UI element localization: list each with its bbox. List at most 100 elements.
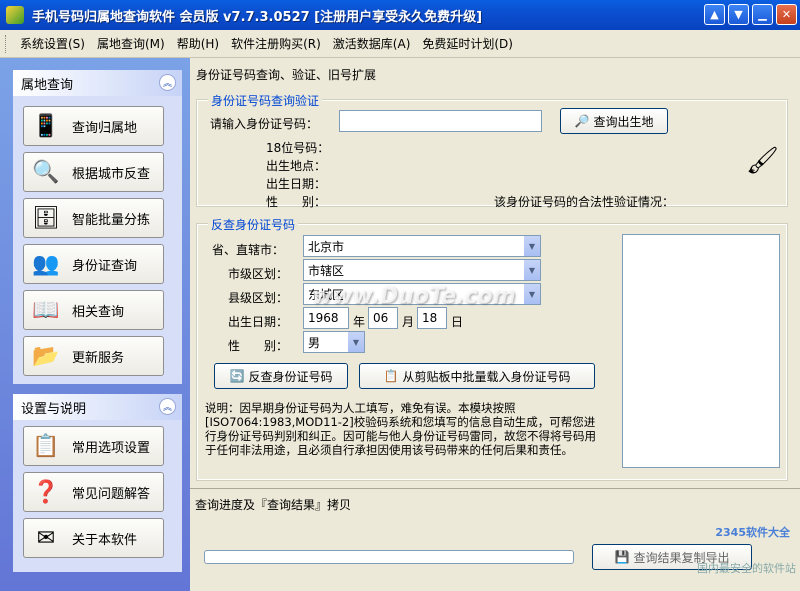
- reverse-legend: 反查身份证号码: [208, 216, 299, 233]
- chevron-down-icon[interactable]: ▼: [523, 260, 540, 280]
- query-birthplace-button[interactable]: 🔎 查询出生地: [560, 108, 668, 134]
- menu-register[interactable]: 软件注册购买(R): [225, 35, 327, 52]
- day-unit: 日: [451, 315, 464, 329]
- window-controls: ▲ ▼ ▁ ✕: [704, 4, 797, 25]
- gender-select[interactable]: 男 ▼: [303, 331, 365, 353]
- app-icon: [6, 6, 24, 24]
- menu-help[interactable]: 帮助(H): [171, 35, 225, 52]
- watermark-logo: 2345软件大全: [715, 526, 790, 539]
- button-label: 查询出生地: [593, 114, 654, 129]
- nav-button-options[interactable]: 📋 常用选项设置: [23, 426, 164, 466]
- province-select[interactable]: 北京市 ▼: [303, 235, 541, 257]
- scroll-down-icon[interactable]: ▼: [728, 4, 749, 25]
- nav-label: 相关查询: [72, 304, 125, 320]
- nav-label: 更新服务: [72, 350, 125, 366]
- batch-load-button[interactable]: 📋 从剪贴板中批量载入身份证号码: [359, 363, 595, 389]
- nav-button-id-query[interactable]: 👥 身份证查询: [23, 244, 164, 284]
- collapse-icon[interactable]: ︽: [159, 398, 176, 415]
- button-label: 反查身份证号码: [248, 369, 333, 384]
- magnifier-icon: 🔍: [32, 159, 60, 185]
- nav-button-city-reverse[interactable]: 🔍 根据城市反查: [23, 152, 164, 192]
- nav-button-update[interactable]: 📂 更新服务: [23, 336, 164, 376]
- book-icon: 📖: [32, 297, 60, 323]
- nav-label: 智能批量分拣: [72, 212, 151, 228]
- nav-group-settings: 设置与说明 ︽ 📋 常用选项设置 ❓ 常见问题解答 ✉ 关于本软件: [13, 394, 182, 572]
- field-18-digit: 18位号码：: [266, 141, 330, 155]
- users-icon: 👥: [32, 251, 60, 277]
- id-number-input[interactable]: [339, 110, 542, 132]
- folder-update-icon: 📂: [32, 343, 60, 369]
- divider: [190, 488, 800, 489]
- page-title: 身份证号码查询、验证、旧号扩展: [196, 68, 377, 82]
- province-label: 省、直辖市：: [212, 243, 285, 257]
- year-unit: 年: [353, 315, 366, 329]
- chevron-down-icon[interactable]: ▼: [523, 284, 540, 304]
- phone-icon: 📱: [32, 113, 60, 139]
- nav-label: 常用选项设置: [72, 440, 151, 456]
- validity-label: 该身份证号码的合法性验证情况：: [494, 195, 675, 209]
- tools-icon: 🖌: [746, 146, 780, 176]
- menu-bar: 系统设置(S) 属地查询(M) 帮助(H) 软件注册购买(R) 激活数据库(A)…: [0, 30, 800, 58]
- menu-grip: [5, 34, 8, 53]
- month-unit: 月: [402, 315, 415, 329]
- title-bar: 手机号码归属地查询软件 会员版 v7.7.3.0527 [注册用户享受永久免费升…: [0, 0, 800, 30]
- copy-icon: 💾: [614, 550, 630, 564]
- nav-group-header[interactable]: 设置与说明 ︽: [13, 394, 182, 420]
- nav-label: 关于本软件: [72, 532, 138, 548]
- field-gender: 性 别：: [266, 195, 327, 209]
- progress-bar: [204, 550, 574, 564]
- nav-group-title: 设置与说明: [21, 401, 87, 417]
- year-value: 1968: [308, 311, 339, 325]
- help-icon: ❓: [32, 479, 60, 505]
- clipboard-icon: 📋: [383, 369, 399, 383]
- nav-group-query: 属地查询 ︽ 📱 查询归属地 🔍 根据城市反查 🗄 智能批量分拣 👥 身份证查询…: [13, 70, 182, 384]
- nav-label: 查询归属地: [72, 120, 138, 136]
- main-panel: 身份证号码查询、验证、旧号扩展 身份证号码查询验证 请输入身份证号码： 🔎 查询…: [190, 58, 800, 591]
- menu-system-settings[interactable]: 系统设置(S): [14, 35, 91, 52]
- result-box[interactable]: [622, 234, 780, 468]
- disclaimer-note: 说明：因早期身份证号码为人工填写，难免有误。本模块按照[ISO7064:1983…: [205, 401, 596, 457]
- reverse-id-button[interactable]: 🔄 反查身份证号码: [214, 363, 348, 389]
- day-input[interactable]: 18: [417, 307, 447, 329]
- nav-group-title: 属地查询: [21, 77, 74, 93]
- nav-button-batch-sort[interactable]: 🗄 智能批量分拣: [23, 198, 164, 238]
- lookup-legend: 身份证号码查询验证: [208, 92, 323, 109]
- birthdate-label: 出生日期：: [228, 315, 289, 329]
- nav-button-lookup[interactable]: 📱 查询归属地: [23, 106, 164, 146]
- county-label: 县级区划：: [228, 291, 289, 305]
- collapse-icon[interactable]: ︽: [159, 74, 176, 91]
- city-value: 市辖区: [308, 263, 345, 278]
- watermark-center: www.DuoTe.com: [312, 284, 516, 309]
- city-label: 市级区划：: [228, 267, 289, 281]
- province-value: 北京市: [308, 239, 345, 254]
- menu-location-query[interactable]: 属地查询(M): [91, 35, 171, 52]
- chevron-down-icon[interactable]: ▼: [523, 236, 540, 256]
- query-icon: 🔎: [574, 114, 590, 128]
- year-input[interactable]: 1968: [303, 307, 349, 329]
- close-button[interactable]: ✕: [776, 4, 797, 25]
- menu-free-extension[interactable]: 免费延时计划(D): [416, 35, 519, 52]
- month-input[interactable]: 06: [368, 307, 398, 329]
- nav-button-related[interactable]: 📖 相关查询: [23, 290, 164, 330]
- left-nav: 属地查询 ︽ 📱 查询归属地 🔍 根据城市反查 🗄 智能批量分拣 👥 身份证查询…: [0, 58, 190, 591]
- city-select[interactable]: 市辖区 ▼: [303, 259, 541, 281]
- month-value: 06: [373, 311, 389, 325]
- nav-group-header[interactable]: 属地查询 ︽: [13, 70, 182, 96]
- progress-title: 查询进度及『查询结果』拷贝: [195, 498, 352, 512]
- field-birthplace: 出生地点：: [266, 159, 327, 173]
- mail-icon: ✉: [36, 525, 56, 551]
- id-input-label: 请输入身份证号码：: [210, 117, 319, 131]
- menu-activate-db[interactable]: 激活数据库(A): [327, 35, 417, 52]
- chevron-down-icon[interactable]: ▼: [347, 332, 364, 352]
- settings-icon: 📋: [32, 433, 60, 459]
- nav-label: 身份证查询: [72, 258, 138, 274]
- nav-button-faq[interactable]: ❓ 常见问题解答: [23, 472, 164, 512]
- day-value: 18: [422, 311, 438, 325]
- nav-label: 常见问题解答: [72, 486, 151, 502]
- scroll-up-icon[interactable]: ▲: [704, 4, 725, 25]
- nav-button-about[interactable]: ✉ 关于本软件: [23, 518, 164, 558]
- button-label: 从剪贴板中批量载入身份证号码: [402, 369, 571, 384]
- nav-label: 根据城市反查: [72, 166, 151, 182]
- minimize-button[interactable]: ▁: [752, 4, 773, 25]
- gender-label: 性 别：: [228, 339, 289, 353]
